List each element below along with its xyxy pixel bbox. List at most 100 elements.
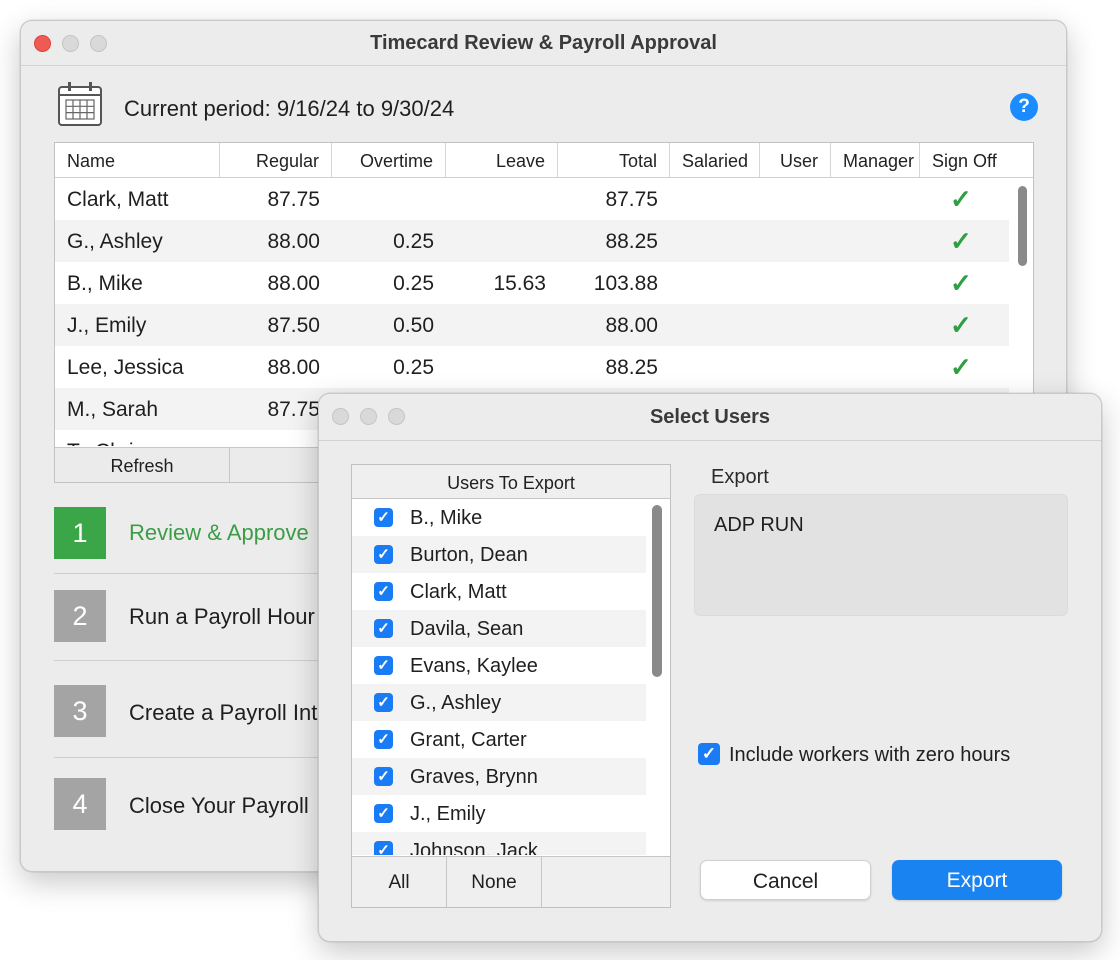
column-header-manager[interactable]: Manager xyxy=(831,143,920,177)
dialog-title: Select Users xyxy=(649,406,771,428)
column-header-leave[interactable]: Leave xyxy=(446,143,558,177)
cell-overtime: 0.25 xyxy=(393,356,434,379)
step-label: Run a Payroll Hour xyxy=(129,604,315,629)
sign-off-check-icon: ✓ xyxy=(950,268,972,298)
step-label: Close Your Payroll xyxy=(129,793,309,818)
current-period-label: Current period: 9/16/24 to 9/30/24 xyxy=(124,96,455,121)
cell-overtime: 0.25 xyxy=(393,230,434,253)
users-to-export-list: Users To Export ✓ B., Mike ✓ Burton, Dean … xyxy=(351,464,671,908)
user-checkbox[interactable]: ✓ xyxy=(374,545,393,564)
cell-regular: 87.75 xyxy=(267,188,320,211)
column-header-user[interactable]: User xyxy=(760,143,831,177)
users-list-body: ✓ B., Mike ✓ Burton, Dean ✓ Clark, Matt ✓ Da… xyxy=(352,499,646,855)
dialog-titlebar: Select Users xyxy=(319,394,1101,441)
refresh-button[interactable]: Refresh xyxy=(55,448,230,482)
table-scrollbar[interactable] xyxy=(1018,186,1027,402)
step-label: Create a Payroll Int xyxy=(129,700,318,725)
list-item[interactable]: ✓ G., Ashley xyxy=(352,684,646,721)
table-row[interactable]: G., Ashley 88.00 0.25 88.25 ✓ xyxy=(55,220,1009,262)
select-all-button[interactable]: All xyxy=(352,857,447,907)
list-item[interactable]: ✓ J., Emily xyxy=(352,795,646,832)
user-name: Burton, Dean xyxy=(410,544,528,566)
cell-total: 88.25 xyxy=(605,230,658,253)
sign-off-check-icon: ✓ xyxy=(950,310,972,340)
user-name: Evans, Kaylee xyxy=(410,655,538,677)
export-target-value: ADP RUN xyxy=(714,514,804,536)
cell-name: B., Mike xyxy=(67,272,143,295)
users-list-header[interactable]: Users To Export xyxy=(352,465,670,499)
cell-overtime: 0.25 xyxy=(393,272,434,295)
cell-total: 88.25 xyxy=(605,356,658,379)
list-item[interactable]: ✓ Evans, Kaylee xyxy=(352,647,646,684)
user-checkbox[interactable]: ✓ xyxy=(374,730,393,749)
user-checkbox[interactable]: ✓ xyxy=(374,656,393,675)
users-list-footer: All None xyxy=(352,856,670,907)
user-checkbox[interactable]: ✓ xyxy=(374,693,393,712)
column-header-overtime[interactable]: Overtime xyxy=(332,143,446,177)
list-item[interactable]: ✓ Davila, Sean xyxy=(352,610,646,647)
cell-name: Lee, Jessica xyxy=(67,356,184,379)
table-scrollbar-thumb[interactable] xyxy=(1018,186,1027,266)
table-row[interactable]: B., Mike 88.00 0.25 15.63 103.88 ✓ xyxy=(55,262,1009,304)
cell-total: 87.75 xyxy=(605,188,658,211)
list-item[interactable]: ✓ Clark, Matt xyxy=(352,573,646,610)
calendar-icon xyxy=(58,82,102,126)
cell-leave xyxy=(446,220,558,262)
export-target-box[interactable]: ADP RUN xyxy=(694,494,1068,616)
user-checkbox[interactable]: ✓ xyxy=(374,841,393,855)
step-number-badge: 3 xyxy=(54,685,106,737)
select-users-dialog: Select Users Users To Export ✓ B., Mike ✓… xyxy=(318,393,1102,942)
step-number-badge: 1 xyxy=(54,507,106,559)
user-name: Johnson, Jack xyxy=(410,840,538,855)
table-row[interactable]: J., Emily 87.50 0.50 88.00 ✓ xyxy=(55,304,1009,346)
user-checkbox[interactable]: ✓ xyxy=(374,767,393,786)
window-title: Timecard Review & Payroll Approval xyxy=(370,32,717,54)
list-item[interactable]: ✓ Johnson, Jack xyxy=(352,832,646,855)
column-header-salaried[interactable]: Salaried xyxy=(670,143,760,177)
cancel-button[interactable]: Cancel xyxy=(700,860,871,900)
cell-leave xyxy=(446,304,558,346)
cell-name: Clark, Matt xyxy=(67,188,169,211)
list-item[interactable]: ✓ Graves, Brynn xyxy=(352,758,646,795)
user-name: B., Mike xyxy=(410,507,483,529)
cell-regular: 87.75 xyxy=(267,398,320,421)
table-header: Name Regular Overtime Leave Total Salari… xyxy=(55,143,1033,178)
list-item[interactable]: ✓ Burton, Dean xyxy=(352,536,646,573)
sign-off-check-icon: ✓ xyxy=(950,352,972,382)
column-header-name[interactable]: Name xyxy=(55,143,220,177)
cell-name: G., Ashley xyxy=(67,230,163,253)
user-checkbox[interactable]: ✓ xyxy=(374,508,393,527)
user-checkbox[interactable]: ✓ xyxy=(374,804,393,823)
include-zero-hours-checkbox[interactable]: ✓ xyxy=(698,743,720,765)
users-list-scrollbar[interactable] xyxy=(652,505,662,677)
include-zero-hours-label[interactable]: Include workers with zero hours xyxy=(729,744,1010,767)
export-button[interactable]: Export xyxy=(892,860,1062,900)
column-header-regular[interactable]: Regular xyxy=(220,143,332,177)
user-checkbox[interactable]: ✓ xyxy=(374,619,393,638)
step-number-badge: 4 xyxy=(54,778,106,830)
user-name: J., Emily xyxy=(410,803,486,825)
user-name: Clark, Matt xyxy=(410,581,507,603)
list-item[interactable]: ✓ B., Mike xyxy=(352,499,646,536)
cell-name: M., Sarah xyxy=(67,398,159,421)
step-number-badge: 2 xyxy=(54,590,106,642)
cell-total: 103.88 xyxy=(593,272,658,295)
sign-off-check-icon: ✓ xyxy=(950,184,972,214)
cell-regular: 88.00 xyxy=(267,230,320,253)
user-name: Graves, Brynn xyxy=(410,766,538,788)
cell-total: 88.00 xyxy=(605,314,658,337)
table-row[interactable]: Lee, Jessica 88.00 0.25 88.25 ✓ xyxy=(55,346,1009,388)
cell-overtime xyxy=(332,178,446,220)
cell-regular: 88.00 xyxy=(267,272,320,295)
cell-regular: 88.00 xyxy=(267,356,320,379)
user-name: Davila, Sean xyxy=(410,618,524,640)
user-name: G., Ashley xyxy=(410,692,502,714)
column-header-sign-off[interactable]: Sign Off xyxy=(920,143,1033,177)
select-none-button[interactable]: None xyxy=(447,857,542,907)
step-label: Review & Approve xyxy=(129,520,309,545)
table-row[interactable]: Clark, Matt 87.75 87.75 ✓ xyxy=(55,178,1009,220)
column-header-total[interactable]: Total xyxy=(558,143,670,177)
help-icon[interactable]: ? xyxy=(1010,93,1038,121)
user-checkbox[interactable]: ✓ xyxy=(374,582,393,601)
list-item[interactable]: ✓ Grant, Carter xyxy=(352,721,646,758)
